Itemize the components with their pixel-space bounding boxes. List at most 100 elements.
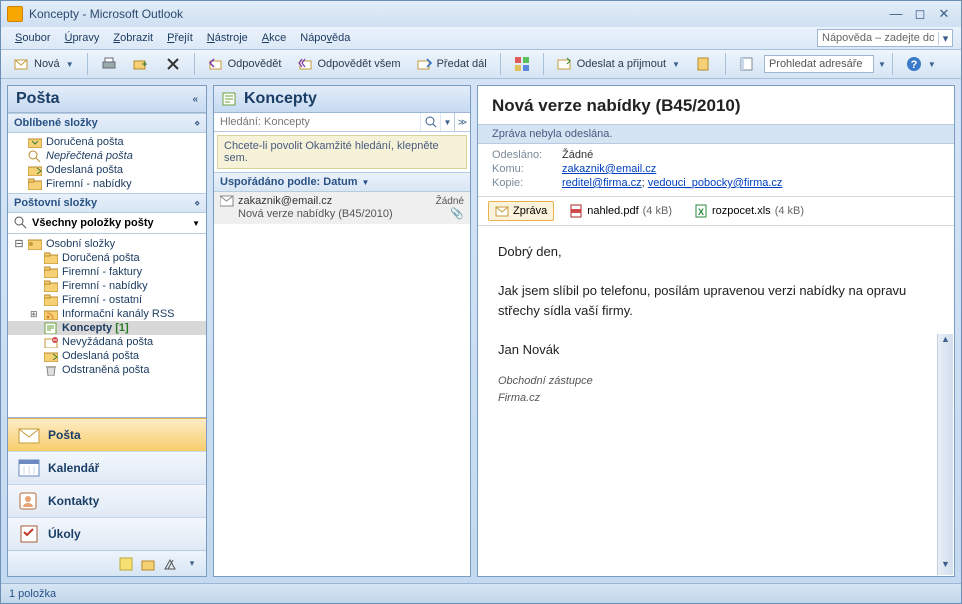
scope-selector[interactable]: Všechny položky pošty ▼	[8, 213, 206, 234]
send-receive-button[interactable]: Odeslat a přijmout ▼	[550, 53, 687, 75]
menu-akce[interactable]: Akce	[256, 30, 292, 46]
sort-bar[interactable]: Uspořádáno podle: Datum ▼	[214, 172, 470, 192]
help-search[interactable]: ▾	[817, 29, 953, 47]
help-button[interactable]: ?▼	[899, 53, 943, 75]
chevron-down-icon: ▼	[192, 219, 200, 228]
favorite-item[interactable]: Doručená pošta	[8, 135, 206, 149]
nav-footer: ▾	[8, 550, 206, 576]
draft-mail-icon	[220, 195, 234, 207]
to-recipient[interactable]: zakaznik@email.cz	[562, 163, 656, 175]
outlook-window: Koncepty - Microsoft Outlook — ◻ ✕ Soubo…	[0, 0, 962, 604]
window-title: Koncepty - Microsoft Outlook	[29, 7, 885, 21]
delete-button[interactable]	[158, 53, 188, 75]
favorites-header[interactable]: Oblíbené složky ⋄	[8, 113, 206, 133]
search-address-dropdown[interactable]: ▼	[878, 60, 886, 69]
address-book-icon	[739, 56, 755, 72]
new-button[interactable]: Nová ▼	[7, 53, 81, 75]
configure-buttons-icon[interactable]: ▾	[184, 556, 200, 572]
toolbar: Nová ▼ Odpovědět Odpovědět všem Předat d…	[1, 49, 961, 79]
search-dropdown[interactable]: ▼	[440, 113, 454, 131]
body-area: Pošta « Oblíbené složky ⋄ Doručená pošta…	[1, 79, 961, 583]
sent-value: Žádné	[562, 149, 593, 161]
tree-item[interactable]: Nevyžádaná pošta	[8, 335, 206, 349]
favorite-item[interactable]: Odeslaná pošta	[8, 163, 206, 177]
titlebar: Koncepty - Microsoft Outlook — ◻ ✕	[1, 1, 961, 27]
tree-item[interactable]: ⊞Informační kanály RSS	[8, 307, 206, 321]
cc-label: Kopie:	[492, 177, 562, 189]
to-label: Komu:	[492, 163, 562, 175]
nav-btn-calendar[interactable]: Kalendář	[8, 451, 206, 484]
nav-btn-mail[interactable]: Pošta	[8, 418, 206, 451]
reply-icon	[208, 56, 224, 72]
expand-icon[interactable]: ⊞	[30, 309, 38, 320]
search-row: ▼ ≫	[214, 113, 470, 132]
scrollbar[interactable]: ▲ ▼	[937, 334, 953, 575]
calendar-icon	[18, 458, 40, 478]
maximize-button[interactable]: ◻	[909, 6, 931, 22]
reply-all-icon	[297, 56, 313, 72]
tree-item[interactable]: Firemní - ostatní	[8, 293, 206, 307]
not-sent-warning: Zpráva nebyla odeslána.	[478, 124, 954, 144]
attachment-xls[interactable]: X rozpocet.xls (4 kB)	[687, 201, 811, 221]
attachment-pdf[interactable]: nahled.pdf (4 kB)	[562, 201, 679, 221]
categories-button[interactable]	[507, 53, 537, 75]
forward-button[interactable]: Předat dál	[410, 53, 494, 75]
cc-recipient-2[interactable]: vedouci_pobocky@firma.cz	[648, 177, 783, 189]
favorite-item[interactable]: Firemní - nabídky	[8, 177, 206, 191]
address-book-find-icon	[696, 56, 712, 72]
tree-root[interactable]: ⊟ Osobní složky	[8, 236, 206, 251]
print-button[interactable]	[94, 53, 124, 75]
outlook-icon	[7, 6, 23, 22]
menu-napoveda[interactable]: Nápověda	[294, 30, 356, 46]
folder-icon	[44, 252, 58, 264]
minimize-button[interactable]: —	[885, 6, 907, 22]
tree-item[interactable]: Firemní - nabídky	[8, 279, 206, 293]
help-search-dropdown[interactable]: ▾	[938, 32, 952, 45]
move-button[interactable]	[126, 53, 156, 75]
nav-btn-tasks[interactable]: Úkoly	[8, 517, 206, 550]
collapse-icon[interactable]: ⊟	[14, 237, 24, 250]
close-button[interactable]: ✕	[933, 6, 955, 22]
scroll-down-icon[interactable]: ▼	[938, 559, 953, 575]
notes-icon[interactable]	[118, 556, 134, 572]
search-address-input[interactable]	[764, 55, 874, 73]
reply-button[interactable]: Odpovědět	[201, 53, 289, 75]
cc-recipient-1[interactable]: reditel@firma.cz	[562, 177, 642, 189]
find-button[interactable]	[689, 53, 719, 75]
favorite-item[interactable]: Nepřečtená pošta	[8, 149, 206, 163]
attachment-message[interactable]: Zpráva	[488, 201, 554, 221]
tree-item[interactable]: Odstraněná pošta	[8, 363, 206, 377]
nav-btn-contacts[interactable]: Kontakty	[8, 484, 206, 517]
shortcuts-icon[interactable]	[162, 556, 178, 572]
folder-list-icon[interactable]	[140, 556, 156, 572]
send-receive-label: Odeslat a přijmout	[577, 58, 666, 70]
mail-folders-header[interactable]: Poštovní složky ⋄	[8, 193, 206, 213]
search-input[interactable]	[214, 113, 420, 131]
menu-zobrazit[interactable]: Zobrazit	[107, 30, 159, 46]
menu-prejit[interactable]: Přejít	[161, 30, 199, 46]
tree-item[interactable]: Firemní - faktury	[8, 265, 206, 279]
menu-upravy[interactable]: Úpravy	[58, 30, 105, 46]
rss-icon	[44, 308, 58, 320]
reply-all-button[interactable]: Odpovědět všem	[290, 53, 407, 75]
message-item[interactable]: zakaznik@email.czŽádnéNová verze nabídky…	[214, 192, 470, 224]
subject: Nová verze nabídky (B45/2010)	[478, 86, 954, 124]
collapse-nav-icon[interactable]: «	[192, 94, 198, 105]
tree-item[interactable]: Koncepty [1]	[8, 321, 206, 335]
tree-item[interactable]: Odeslaná pošta	[8, 349, 206, 363]
help-search-input[interactable]	[818, 32, 938, 44]
message-body: Dobrý den, Jak jsem slíbil po telefonu, …	[478, 226, 954, 576]
expand-search-icon[interactable]: ≫	[454, 113, 470, 131]
new-label: Nová	[34, 58, 60, 70]
menu-nastroje[interactable]: Nástroje	[201, 30, 254, 46]
folder-tree: ⊟ Osobní složky Doručená poštaFiremní - …	[8, 234, 206, 379]
instant-search-infobar[interactable]: Chcete-li povolit Okamžité hledání, klep…	[217, 135, 467, 169]
tree-item[interactable]: Doručená pošta	[8, 251, 206, 265]
mail-icon	[18, 425, 40, 445]
address-book-button[interactable]	[732, 53, 762, 75]
search-icon	[28, 150, 42, 162]
scroll-up-icon[interactable]: ▲	[938, 334, 953, 350]
menu-soubor[interactable]: Soubor	[9, 30, 56, 46]
draft-icon	[44, 322, 58, 334]
search-button[interactable]	[420, 113, 440, 131]
